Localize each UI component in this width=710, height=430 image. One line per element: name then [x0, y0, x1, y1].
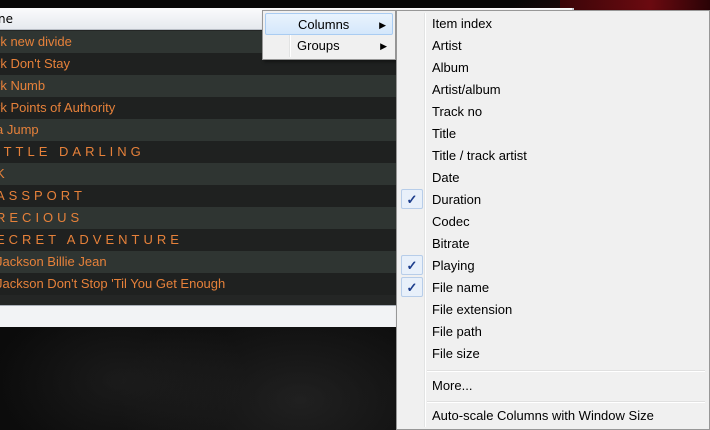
auto-scale-columns-item[interactable]: Auto-scale Columns with Window Size — [399, 405, 707, 427]
columns-submenu: Item index Artist Album Artist/album Track n… — [396, 10, 710, 430]
menu-item-label: Duration — [432, 192, 482, 207]
menu-item-label: Codec — [432, 214, 470, 229]
menu-item-label: Date — [432, 170, 460, 185]
more-columns-item[interactable]: More... — [399, 375, 707, 397]
menu-item-label: File path — [432, 324, 482, 339]
checkmark-icon: ✓ — [401, 189, 423, 209]
column-header-label: ne — [0, 12, 13, 26]
menu-item-label: Columns — [298, 17, 350, 32]
menu-item-label: More... — [432, 378, 473, 393]
column-option-playing[interactable]: ✓ Playing — [399, 255, 707, 277]
menu-item-label: File name — [432, 280, 490, 295]
menu-item-label: Track no — [432, 104, 483, 119]
track-title: rk Numb — [0, 78, 46, 93]
menu-separator — [427, 401, 705, 403]
track-title: ECRET ADVENTURE — [0, 232, 183, 247]
track-title: Jackson Don't Stop 'Til You Get Enough — [0, 276, 226, 291]
column-option-track-no[interactable]: Track no — [399, 101, 707, 123]
submenu-arrow-icon: ▶ — [379, 20, 386, 30]
submenu-arrow-icon: ▶ — [380, 41, 387, 51]
track-title: rk new divide — [0, 34, 72, 49]
menu-item-label: Groups — [297, 38, 340, 53]
column-option-codec[interactable]: Codec — [399, 211, 707, 233]
menu-item-label: Artist/album — [432, 82, 501, 97]
menu-item-columns[interactable]: Columns ▶ — [265, 13, 393, 35]
track-title: ITTLE DARLING — [0, 144, 145, 159]
menu-item-label: Album — [432, 60, 469, 75]
track-title: Jackson Billie Jean — [0, 254, 107, 269]
column-option-file-path[interactable]: File path — [399, 321, 707, 343]
track-title: K — [0, 166, 9, 181]
menu-item-label: Title — [432, 126, 457, 141]
track-title: rk Don't Stay — [0, 56, 71, 71]
context-menu: Columns ▶ Groups ▶ — [262, 10, 396, 60]
column-option-album[interactable]: Album — [399, 57, 707, 79]
column-option-artist-album[interactable]: Artist/album — [399, 79, 707, 101]
column-option-title[interactable]: Title — [399, 123, 707, 145]
column-option-file-size[interactable]: File size — [399, 343, 707, 365]
track-title: ASSPORT — [0, 188, 86, 203]
track-title: RECIOUS — [0, 210, 84, 225]
column-option-title-track-artist[interactable]: Title / track artist — [399, 145, 707, 167]
menu-item-label: Title / track artist — [432, 148, 527, 163]
track-title: a Jump — [0, 122, 39, 137]
menu-item-label: Item index — [432, 16, 492, 31]
track-title: rk Points of Authority — [0, 100, 116, 115]
column-option-artist[interactable]: Artist — [399, 35, 707, 57]
menu-item-label: File extension — [432, 302, 513, 317]
checkmark-icon: ✓ — [401, 255, 423, 275]
checkmark-icon: ✓ — [401, 277, 423, 297]
menu-item-groups[interactable]: Groups ▶ — [265, 35, 393, 57]
column-option-date[interactable]: Date — [399, 167, 707, 189]
menu-separator — [427, 370, 705, 372]
column-option-file-name[interactable]: ✓ File name — [399, 277, 707, 299]
menu-item-label: Playing — [432, 258, 475, 273]
menu-item-label: Artist — [432, 38, 462, 53]
menu-item-label: File size — [432, 346, 480, 361]
column-option-bitrate[interactable]: Bitrate — [399, 233, 707, 255]
menu-item-label: Auto-scale Columns with Window Size — [432, 408, 654, 423]
menu-item-label: Bitrate — [432, 236, 470, 251]
column-option-file-extension[interactable]: File extension — [399, 299, 707, 321]
column-option-item-index[interactable]: Item index — [399, 13, 707, 35]
column-option-duration[interactable]: ✓ Duration — [399, 189, 707, 211]
